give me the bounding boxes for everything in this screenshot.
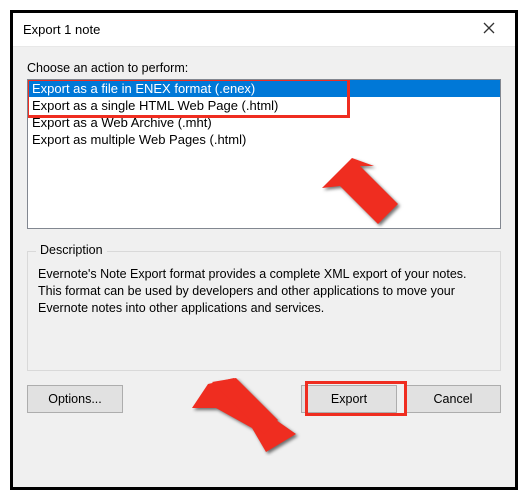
options-button[interactable]: Options... [27, 385, 123, 413]
choose-action-label: Choose an action to perform: [27, 61, 501, 75]
action-item-multiple-html[interactable]: Export as multiple Web Pages (.html) [28, 131, 500, 148]
window-title: Export 1 note [23, 22, 100, 37]
cancel-button[interactable]: Cancel [405, 385, 501, 413]
export-button[interactable]: Export [301, 385, 397, 413]
description-legend: Description [36, 243, 107, 257]
dialog-window: Export 1 note Choose an action to perfor… [10, 10, 518, 490]
button-row: Options... Export Cancel [27, 371, 501, 413]
close-button[interactable] [469, 16, 509, 44]
description-group: Description Evernote's Note Export forma… [27, 251, 501, 371]
action-item-enex[interactable]: Export as a file in ENEX format (.enex) [28, 80, 500, 97]
titlebar: Export 1 note [13, 13, 515, 47]
action-listbox[interactable]: Export as a file in ENEX format (.enex) … [27, 79, 501, 229]
action-item-single-html[interactable]: Export as a single HTML Web Page (.html) [28, 97, 500, 114]
action-item-web-archive[interactable]: Export as a Web Archive (.mht) [28, 114, 500, 131]
dialog-body: Choose an action to perform: Export as a… [13, 47, 515, 487]
close-icon [483, 21, 495, 38]
description-text: Evernote's Note Export format provides a… [38, 266, 490, 317]
